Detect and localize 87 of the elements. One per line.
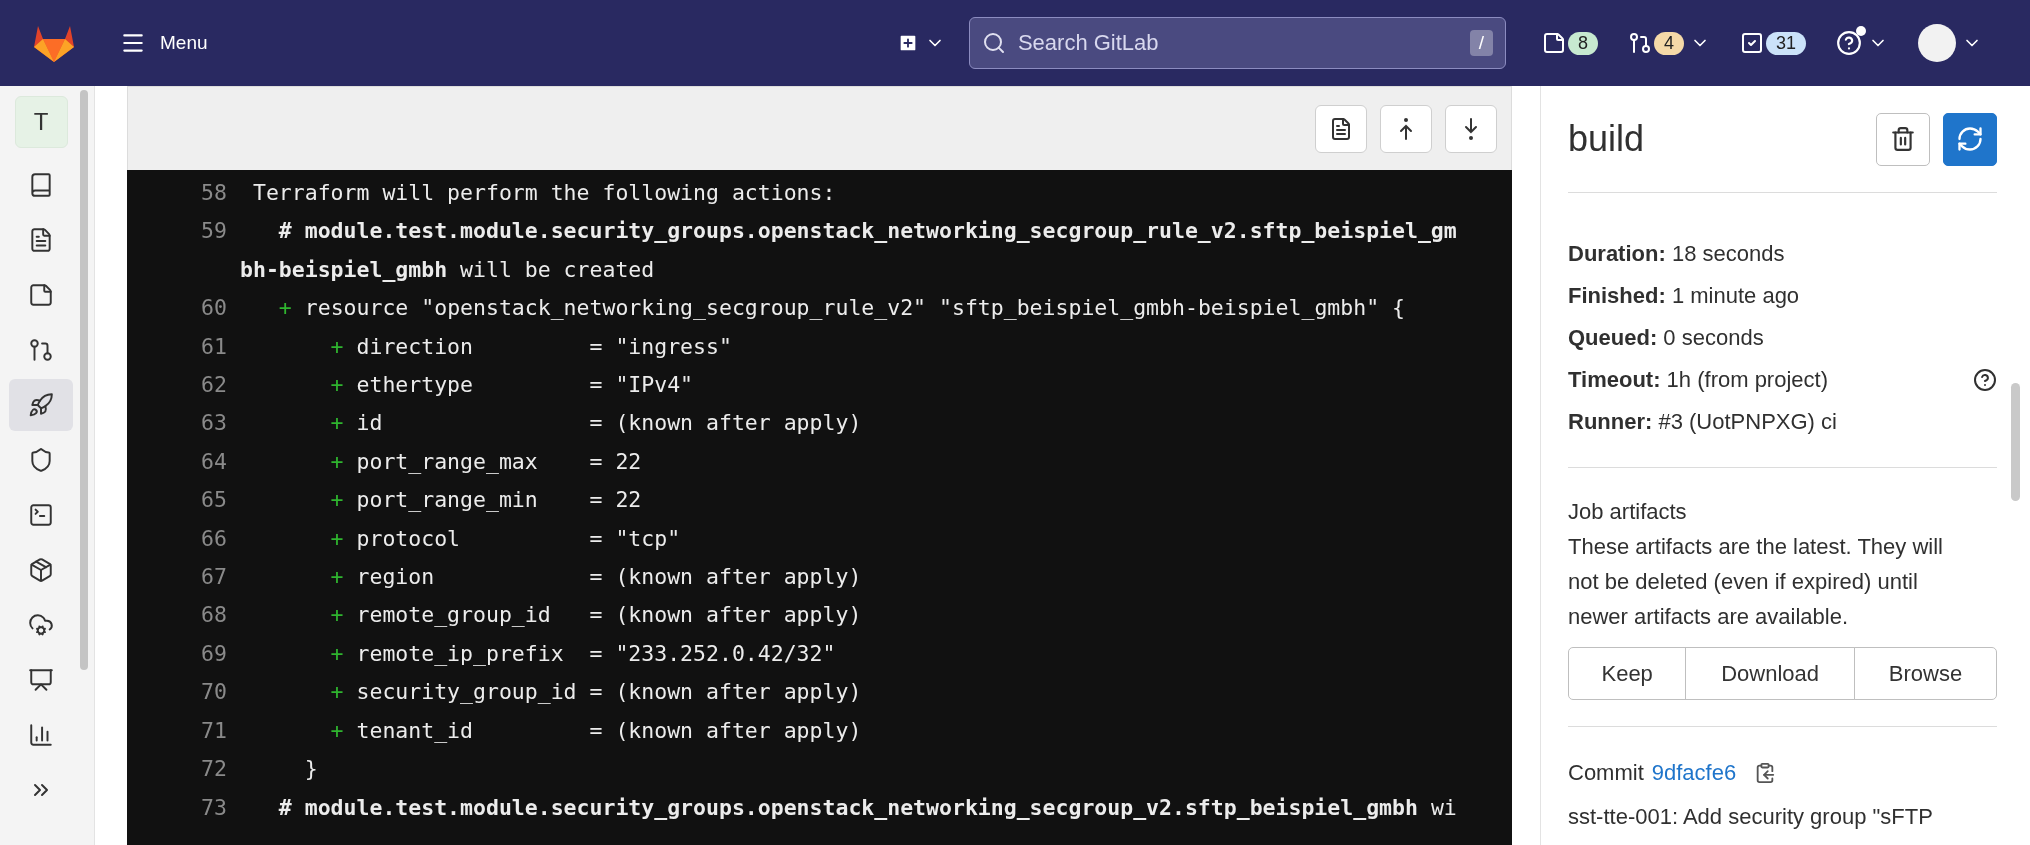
todo-button[interactable]: 31 — [1733, 27, 1812, 59]
bar-chart-icon — [28, 722, 54, 748]
search-field[interactable]: Search GitLab / — [968, 17, 1506, 69]
artifacts-description: These artifacts are the latest. They will not be deleted (even if expired) until newer artifacts are available. — [1568, 533, 1944, 631]
log-line: + port_range_min = 22 — [329, 486, 643, 515]
artifact-button[interactable]: Download — [1685, 647, 1855, 700]
line-number: 61 — [200, 332, 228, 361]
line-number: 58 — [200, 179, 228, 207]
merge-request-icon — [28, 337, 54, 363]
scroll-top-button[interactable] — [1380, 104, 1432, 153]
trash-icon — [1890, 126, 1916, 152]
log-line: + remote_ip_prefix = "233.252.0.42/32" — [329, 639, 837, 668]
log-line: + port_range_max = 22 — [329, 447, 643, 476]
document-icon — [1329, 116, 1353, 141]
project-avatar[interactable]: T — [14, 96, 68, 148]
copy-icon[interactable] — [1754, 762, 1777, 784]
package-icon — [28, 557, 54, 583]
line-number: 73 — [200, 793, 228, 822]
scroll-top-icon — [1397, 116, 1415, 141]
shield-icon — [28, 447, 54, 473]
line-number: 60 — [200, 294, 228, 323]
log-line: # module.test.module.security_groups.openstack_networking_secgroup_v2.sftp_beispiel_gmbh wi — [277, 793, 1458, 822]
artifact-button[interactable]: Browse — [1853, 647, 1997, 700]
issue-button[interactable]: 8 — [1535, 27, 1604, 59]
scrollbar[interactable] — [2011, 383, 2020, 501]
sidebar-item[interactable] — [9, 379, 73, 431]
menu-button[interactable]: Menu — [114, 24, 214, 62]
artifact-button[interactable]: Keep — [1568, 647, 1687, 700]
log-line: + security_group_id = (known after apply) — [329, 678, 863, 707]
job-detail: Finished: 1 minute ago — [1568, 283, 1801, 309]
commit-link[interactable]: 9dfacfe6 — [1651, 760, 1737, 786]
scroll-bottom-icon — [1462, 116, 1480, 141]
erase-button[interactable] — [1876, 112, 1930, 166]
search-input[interactable]: Search GitLab — [1015, 29, 1460, 57]
help-icon[interactable] — [1973, 368, 1997, 392]
log-line: + protocol = "tcp" — [329, 524, 682, 553]
line-number: 69 — [200, 639, 228, 668]
line-number: 62 — [200, 371, 228, 400]
todo-icon — [1739, 31, 1764, 55]
scrollbar[interactable] — [80, 90, 88, 670]
issue-icon — [1541, 31, 1566, 55]
search-icon — [981, 31, 1006, 55]
refresh-icon — [1956, 125, 1984, 153]
raw-log-button[interactable] — [1315, 104, 1367, 153]
line-number: 59 — [200, 217, 228, 246]
shortcut-key: / — [1469, 30, 1493, 56]
count-badge: 8 — [1567, 31, 1598, 55]
rocket-icon — [28, 392, 54, 418]
log-line: + ethertype = "IPv4" — [329, 371, 695, 400]
document-icon — [28, 227, 54, 253]
log-line: + resource "openstack_networking_secgroup_rule_v2" "sftp_beispiel_gmbh-beispiel_gmbh" { — [277, 294, 1406, 323]
line-number: 70 — [200, 678, 228, 707]
count-badge: 31 — [1765, 31, 1806, 55]
job-detail: Runner: #3 (UotPNPXG) ci — [1568, 409, 1838, 435]
terminal-icon — [28, 502, 54, 528]
line-number: 68 — [200, 601, 228, 630]
job-title: build — [1568, 118, 1646, 160]
log-line: } — [303, 755, 319, 784]
line-number: 64 — [200, 447, 228, 476]
monitor-icon — [28, 667, 54, 693]
scroll-bottom-button[interactable] — [1445, 104, 1497, 153]
count-badge: 4 — [1653, 31, 1684, 55]
job-detail: Queued: 0 seconds — [1568, 325, 1765, 351]
avatar — [1918, 24, 1956, 62]
issue-icon — [28, 282, 54, 308]
merge-request-icon — [1627, 31, 1652, 55]
log-line: + region = (known after apply) — [329, 563, 863, 592]
line-number: 65 — [200, 486, 228, 515]
retry-button[interactable] — [1943, 112, 1997, 166]
log-line: + direction = "ingress" — [329, 332, 733, 361]
log-line: Terraform will perform the following actions: — [251, 179, 837, 207]
section-title: Job artifacts — [1568, 498, 1688, 526]
line-number: 71 — [200, 716, 228, 745]
job-detail: Duration: 18 seconds — [1568, 241, 1786, 267]
merge-request-button[interactable]: 4 — [1621, 27, 1716, 59]
line-number: 72 — [200, 755, 228, 784]
line-number: 66 — [200, 524, 228, 553]
job-detail: Timeout: 1h (from project) — [1568, 367, 1829, 393]
log-line: + id = (known after apply) — [329, 409, 863, 438]
commit-label: Commit — [1568, 760, 1644, 786]
log-line: + tenant_id = (known after apply) — [329, 716, 863, 745]
book-icon — [28, 172, 54, 198]
line-number: 63 — [200, 409, 228, 438]
line-number: 67 — [200, 563, 228, 592]
cloud-gear-icon — [28, 612, 54, 638]
log-line: + remote_group_id = (known after apply) — [329, 601, 863, 630]
commit-message: sst-tte-001: Add security group "sFTP — [1568, 803, 1934, 831]
